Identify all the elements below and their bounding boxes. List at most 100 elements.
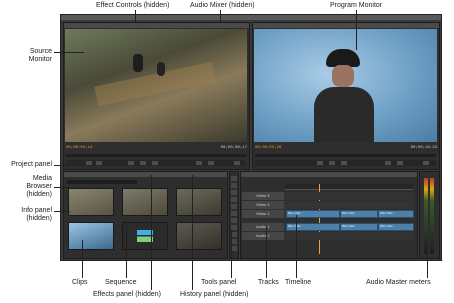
audio-clip[interactable]: Bike Ride [378, 223, 414, 231]
overwrite-button[interactable] [208, 161, 214, 165]
leader-tools-panel [231, 230, 232, 278]
meter-right-channel [430, 178, 434, 254]
track-row[interactable]: Audio 1 Bike Ride Bike Ride Bike Ride [242, 223, 414, 231]
video-clip[interactable]: Bike Ride [340, 210, 378, 218]
leader-media-browser [54, 187, 70, 188]
track-select-tool-icon[interactable] [231, 183, 237, 188]
leader-effects-panel [151, 175, 152, 290]
rate-stretch-tool-icon[interactable] [231, 204, 237, 209]
source-video-frame [65, 29, 247, 142]
trail-highlight [94, 61, 216, 107]
source-monitor-label-line2: Monitor [28, 56, 52, 63]
slip-tool-icon[interactable] [231, 218, 237, 223]
leader-clips [82, 240, 83, 278]
clip-thumbnail[interactable] [176, 188, 222, 216]
source-timecode-in: 00;00;03;14 [66, 146, 93, 150]
source-monitor-tabbar[interactable] [64, 23, 249, 28]
track-header[interactable]: Video 2 [242, 201, 284, 209]
source-monitor-label-line1: Source [29, 48, 52, 55]
project-search-field[interactable] [67, 180, 137, 184]
extract-button[interactable] [397, 161, 403, 165]
timeline-tabbar[interactable] [241, 172, 417, 177]
source-time-ruler[interactable] [66, 154, 246, 157]
step-back-button[interactable] [128, 161, 134, 165]
clip-thumbnail[interactable] [176, 222, 222, 250]
leader-sequence [126, 225, 127, 278]
effects-panel-label: Effects panel (hidden) [93, 291, 161, 298]
audio-mixer-label: Audio Mixer (hidden) [190, 2, 255, 9]
tracks-label: Tracks [258, 279, 279, 286]
program-timecode-in: 00;00;03;29 [255, 146, 282, 150]
audio-master-meters-label: Audio Master meters [366, 279, 431, 286]
export-frame-button[interactable] [234, 161, 240, 165]
track-row[interactable]: Video 2 [242, 201, 414, 209]
info-panel-label-line1: Info panel [21, 207, 52, 214]
track-header[interactable]: Audio 2 [242, 232, 284, 240]
audio-clip[interactable]: Bike Ride [340, 223, 378, 231]
media-browser-label-line1: Media [32, 175, 52, 182]
project-panel-tabbar[interactable] [64, 172, 227, 177]
program-monitor-panel: 00;00;03;29 00;00;16;23 [252, 22, 440, 170]
source-monitor-panel: 00;00;03;14 00;00;08;17 [63, 22, 250, 170]
track-header[interactable]: Audio 1 [242, 223, 284, 231]
clip-name: Bike Ride [380, 211, 393, 215]
program-transport-controls [255, 160, 436, 166]
tools-panel-label: Tools panel [201, 279, 237, 286]
step-forward-button[interactable] [152, 161, 158, 165]
clip-thumbnail[interactable] [68, 222, 114, 250]
clip-name: Bike Ride [342, 211, 355, 215]
clip-thumbnail[interactable] [68, 188, 114, 216]
media-browser-label-line2: Browser [26, 183, 52, 190]
program-video-frame [254, 29, 437, 142]
track-row[interactable]: Video 3 [242, 192, 414, 200]
source-transport-controls [66, 160, 246, 166]
clip-name: Bike Ride [380, 224, 393, 228]
history-panel-label: History panel (hidden) [180, 291, 249, 298]
step-back-button[interactable] [317, 161, 323, 165]
mark-out-button[interactable] [96, 161, 102, 165]
razor-tool-icon[interactable] [231, 211, 237, 216]
source-timecode-out: 00;00;08;17 [220, 146, 247, 150]
mark-in-button[interactable] [86, 161, 92, 165]
audio-clip[interactable]: Bike Ride [286, 223, 340, 231]
timeline-ruler[interactable] [285, 184, 413, 190]
rider-figure [157, 62, 165, 76]
leader-info-panel [54, 211, 70, 212]
media-browser-label-line3: (hidden) [26, 191, 52, 198]
rider-face [332, 65, 354, 87]
play-button[interactable] [329, 161, 335, 165]
program-time-ruler[interactable] [255, 154, 436, 157]
ripple-edit-tool-icon[interactable] [231, 190, 237, 195]
track-header[interactable]: Video 3 [242, 192, 284, 200]
step-forward-button[interactable] [341, 161, 347, 165]
clip-thumbnail[interactable] [122, 188, 168, 216]
rider-body [314, 87, 374, 142]
play-button[interactable] [140, 161, 146, 165]
track-header[interactable]: Video 1 [242, 210, 284, 218]
export-frame-button[interactable] [423, 161, 429, 165]
video-clip[interactable]: Bike Ride [378, 210, 414, 218]
project-panel-label: Project panel [11, 161, 52, 168]
selection-tool-icon[interactable] [231, 176, 237, 181]
project-bin-grid [68, 188, 224, 254]
track-row[interactable]: Audio 2 [242, 232, 414, 240]
window-title-bar [61, 15, 441, 20]
clip-name: Bike Ride [342, 224, 355, 228]
timeline-tracks: Video 3 Video 2 Video 1 Bike Ride Bike Ride B… [242, 192, 414, 254]
track-row[interactable]: Video 1 Bike Ride Bike Ride Bike Ride [242, 210, 414, 218]
leader-timeline [296, 215, 297, 278]
video-clip[interactable]: Bike Ride [286, 210, 340, 218]
leader-tracks [266, 225, 267, 278]
rolling-edit-tool-icon[interactable] [231, 197, 237, 202]
leader-audio-mixer [220, 10, 221, 22]
sequence-label: Sequence [105, 279, 137, 286]
lift-button[interactable] [385, 161, 391, 165]
rider-figure [133, 54, 143, 72]
leader-project-panel [54, 165, 68, 166]
sequence-thumbnail[interactable] [122, 222, 168, 250]
insert-button[interactable] [196, 161, 202, 165]
premiere-window: 00;00;03;14 00;00;08;17 00;00;03;29 00;0… [60, 14, 442, 261]
effect-controls-label: Effect Controls (hidden) [96, 2, 170, 9]
info-panel-label-line2: (hidden) [26, 215, 52, 222]
program-monitor-tabbar[interactable] [253, 23, 439, 28]
